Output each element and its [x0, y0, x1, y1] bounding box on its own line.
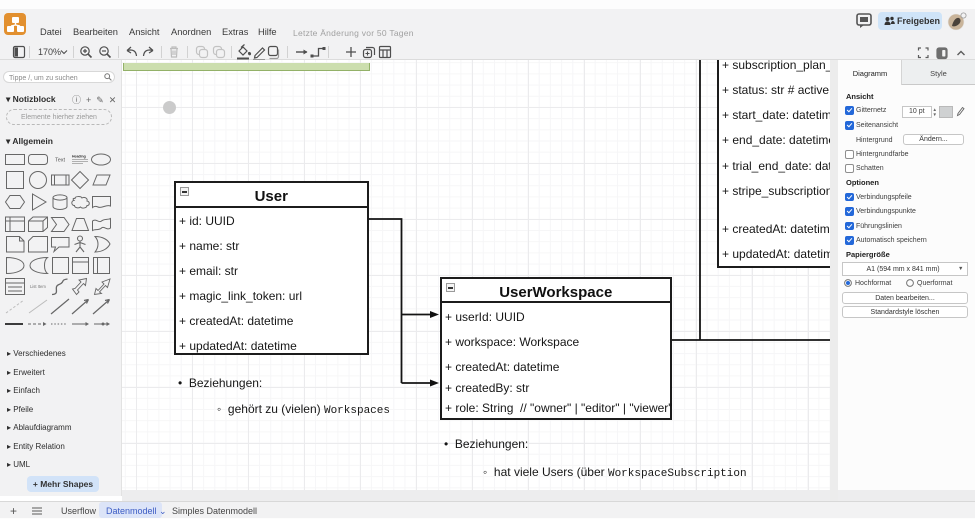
- svg-text:List Item: List Item: [30, 284, 46, 289]
- svg-text:Text: Text: [55, 158, 66, 164]
- svg-text:Heading: Heading: [72, 155, 86, 159]
